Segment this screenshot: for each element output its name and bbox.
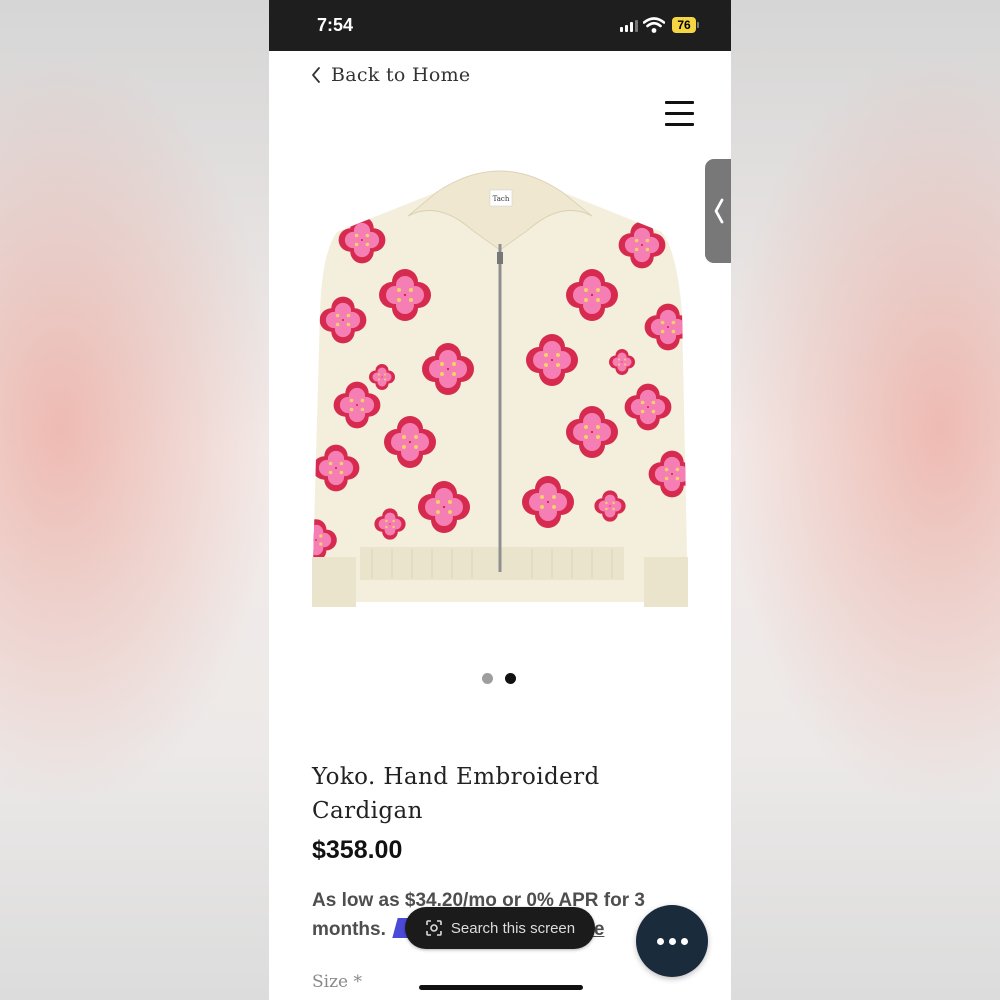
back-link-label: Back to Home [331, 64, 471, 86]
product-title: Yoko. Hand Embroiderd Cardigan [312, 764, 600, 824]
brand-tag-text: Tach [493, 195, 510, 203]
more-options-button[interactable] [636, 905, 708, 977]
battery-indicator: 76 [672, 17, 696, 33]
side-panel-toggle[interactable] [705, 159, 731, 263]
more-dots-icon [656, 937, 664, 945]
product-price: $358.00 [312, 836, 403, 864]
chevron-left-icon [312, 67, 320, 83]
search-this-screen-label: Search this screen [450, 919, 576, 937]
size-label: Size * [312, 972, 363, 992]
carousel-dots [482, 673, 516, 684]
carousel-dot[interactable] [482, 673, 493, 684]
product-image[interactable]: Tach [312, 152, 688, 612]
lens-search-icon [426, 920, 442, 936]
status-bar: 7:54 76 [269, 0, 731, 51]
status-time: 7:54 [317, 15, 354, 35]
cellular-signal-icon [620, 20, 638, 32]
hamburger-menu-icon[interactable] [665, 98, 695, 130]
back-to-home-link[interactable]: Back to Home [311, 64, 470, 86]
search-this-screen-button[interactable]: Search this screen [405, 907, 595, 949]
battery-tip [697, 22, 699, 28]
home-indicator[interactable] [419, 985, 583, 990]
wifi-icon [643, 17, 665, 33]
phone-screen: 7:54 76 Back to Home Tach Yoko. Hand Emb… [269, 0, 731, 1000]
carousel-dot-active[interactable] [505, 673, 516, 684]
chevron-left-icon [714, 198, 724, 224]
